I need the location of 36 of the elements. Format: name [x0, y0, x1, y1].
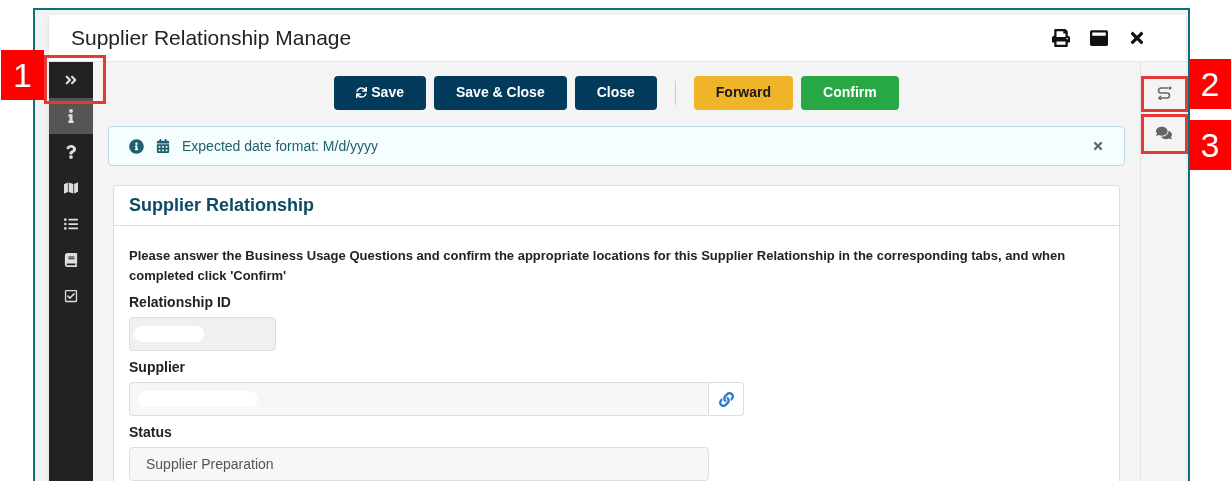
- maximize-icon[interactable]: [1090, 29, 1108, 47]
- callout-marker: 1: [1, 50, 44, 100]
- print-icon[interactable]: [1052, 29, 1070, 47]
- highlight-outline: [1141, 76, 1188, 112]
- toolbar-button[interactable]: Close: [574, 75, 657, 110]
- input-field[interactable]: Supplier Preparation: [129, 447, 709, 481]
- toolbar-button[interactable]: Save: [334, 75, 426, 110]
- input-field[interactable]: [129, 382, 709, 416]
- alert-text: Expected date format: M/d/yyyy: [182, 136, 380, 156]
- checkbox-icon: [64, 289, 78, 303]
- book-icon: [64, 253, 78, 267]
- question-mark-icon: [64, 145, 78, 159]
- dialog-title: Supplier Relationship Manage: [71, 25, 352, 52]
- field-label: Relationship ID: [129, 293, 232, 312]
- field-label: Status: [129, 423, 173, 442]
- toolbar-button[interactable]: Save & Close: [433, 75, 567, 110]
- callout-marker: 2: [1189, 59, 1231, 109]
- highlight-outline: [44, 55, 106, 104]
- section-title: Supplier Relationship: [129, 194, 315, 217]
- toolbar-button[interactable]: Forward: [693, 75, 794, 110]
- link-icon: [718, 391, 734, 407]
- close-icon[interactable]: [1128, 29, 1146, 47]
- calendar-icon: [156, 139, 170, 153]
- instructions-text: Please answer the Business Usage Questions and confirm the appropriate locations for this Supplier Relationship in the corresponding tabs, and when completed click 'Confirm': [129, 247, 1067, 285]
- field-label: Supplier: [129, 358, 186, 377]
- refresh-icon: [356, 87, 368, 98]
- link-button[interactable]: [709, 382, 744, 416]
- double-chevron-icon: [64, 73, 78, 87]
- input-field[interactable]: [129, 317, 276, 351]
- callout-marker: 3: [1189, 120, 1231, 170]
- swap-arrows-icon: [1155, 86, 1172, 100]
- speech-bubbles-icon: [1155, 125, 1172, 141]
- map-icon: [64, 181, 78, 195]
- list-icon: [64, 217, 78, 231]
- dismiss-icon[interactable]: [1092, 140, 1104, 152]
- highlight-outline: [1141, 114, 1188, 154]
